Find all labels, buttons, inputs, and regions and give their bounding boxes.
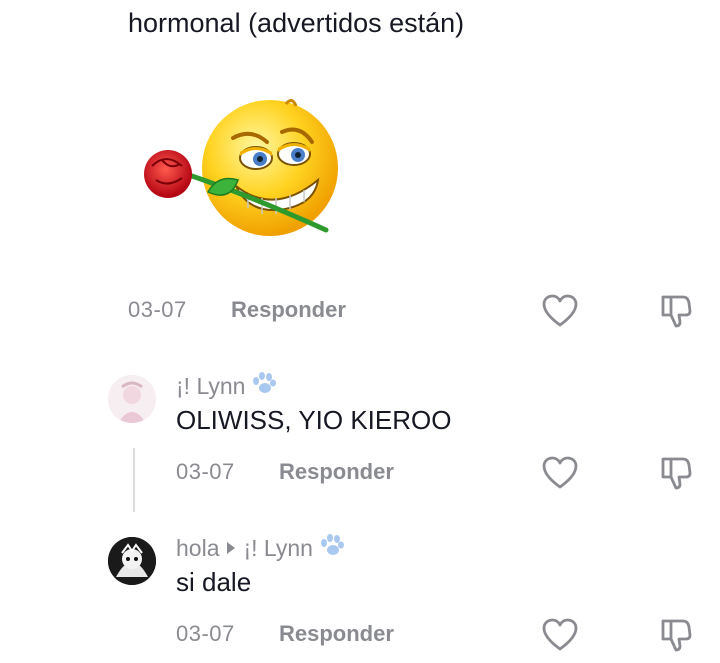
dislike-icon[interactable] <box>656 291 696 331</box>
like-heart-icon[interactable] <box>540 615 580 655</box>
dislike-icon[interactable] <box>656 615 696 655</box>
reply-to-username: ¡! Lynn <box>243 534 313 561</box>
username-text: ¡! Lynn <box>176 372 246 399</box>
rose-emoji-sticker <box>138 96 344 246</box>
avatar[interactable] <box>108 375 156 423</box>
comment-username[interactable]: ¡! Lynn <box>176 371 277 401</box>
caret-right-icon <box>225 535 237 562</box>
comment-date: 03-07 <box>128 297 187 322</box>
paw-icon <box>319 533 345 563</box>
comment-date: 03-07 <box>176 621 235 646</box>
like-heart-icon[interactable] <box>540 291 580 331</box>
paw-icon <box>251 371 277 401</box>
comment-username[interactable]: hola ¡! Lynn <box>176 533 345 563</box>
comment-text: hormonal (advertidos están) <box>128 8 465 38</box>
reply-button[interactable]: Responder <box>279 459 394 485</box>
dislike-icon[interactable] <box>656 453 696 493</box>
comment-date: 03-07 <box>176 459 235 484</box>
reply-button[interactable]: Responder <box>279 621 394 647</box>
comment-text: si dale <box>176 567 252 597</box>
avatar[interactable] <box>108 537 156 585</box>
comment-text: OLIWISS, YIO KIEROO <box>176 405 452 435</box>
like-heart-icon[interactable] <box>540 453 580 493</box>
thread-line <box>133 448 135 512</box>
reply-button[interactable]: Responder <box>231 297 346 323</box>
username-text: hola <box>176 534 220 561</box>
